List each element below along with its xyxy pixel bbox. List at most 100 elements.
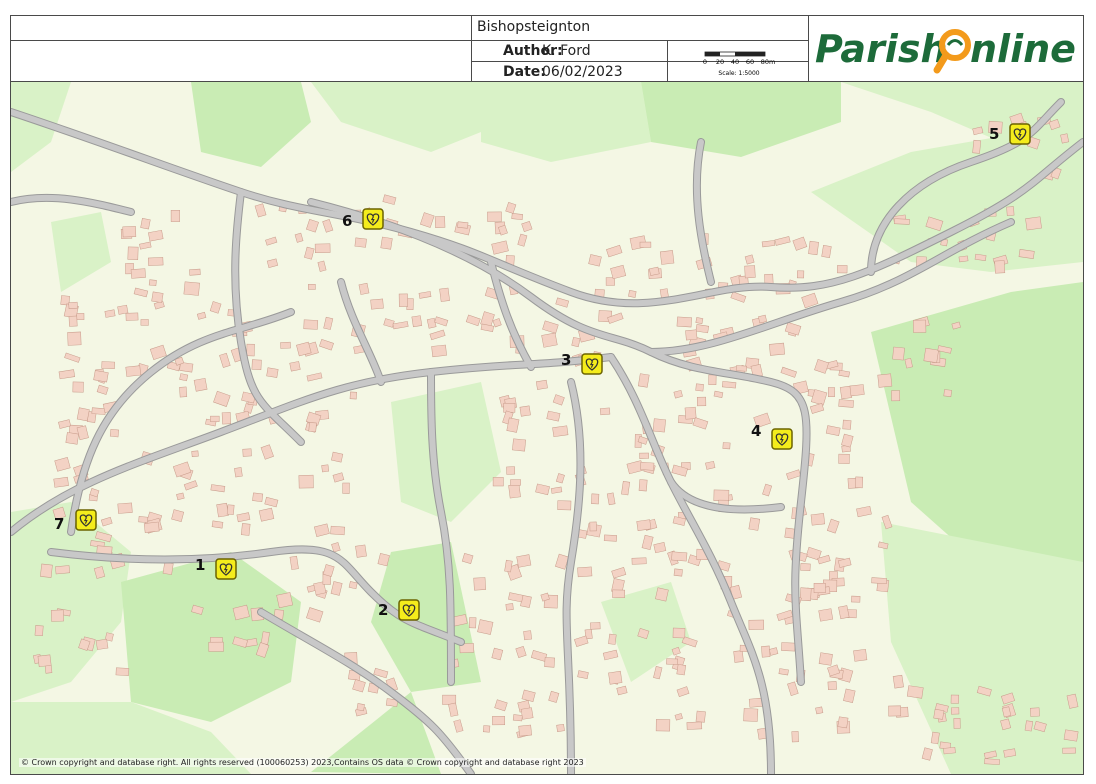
defibrillator-icon[interactable] [771, 428, 793, 450]
building [93, 370, 109, 383]
building [122, 226, 137, 238]
building [148, 279, 157, 287]
building [226, 504, 235, 515]
building [666, 658, 678, 665]
building [487, 211, 502, 222]
building [639, 241, 652, 248]
building [482, 725, 491, 733]
building [518, 724, 532, 737]
building [434, 216, 446, 229]
building [676, 664, 687, 676]
building [162, 562, 174, 575]
building [370, 298, 384, 310]
building [877, 373, 893, 388]
building [40, 563, 53, 578]
building [457, 221, 469, 229]
building [130, 268, 146, 279]
building [109, 428, 119, 438]
building [1063, 729, 1079, 742]
building [958, 255, 969, 263]
building [676, 316, 692, 328]
building [140, 319, 149, 326]
building [398, 293, 408, 307]
building [266, 367, 279, 378]
building [972, 139, 982, 154]
building [55, 565, 70, 575]
defibrillator-icon[interactable] [75, 509, 97, 531]
building [838, 453, 850, 464]
building [608, 670, 623, 685]
building [208, 641, 224, 652]
building [506, 417, 520, 433]
building [733, 650, 744, 663]
parish-name: Bishopsteignton [477, 19, 591, 35]
building [439, 287, 450, 302]
building [637, 373, 650, 388]
building [695, 710, 706, 723]
defibrillator-icon[interactable] [215, 558, 237, 580]
building [143, 521, 160, 533]
building [851, 595, 861, 603]
building [330, 525, 346, 536]
building [838, 399, 854, 408]
building [211, 520, 224, 529]
building [950, 694, 960, 704]
building [523, 630, 532, 641]
building [818, 652, 833, 666]
building [684, 406, 697, 420]
building [808, 240, 819, 256]
building [695, 317, 704, 324]
building [552, 425, 569, 438]
building [492, 715, 506, 726]
building [758, 314, 768, 324]
building [477, 619, 494, 635]
building [349, 391, 357, 400]
building [44, 664, 53, 674]
building [1006, 206, 1015, 216]
building [631, 557, 647, 565]
map-canvas[interactable]: 1 2 3 4 5 6 7 © Crown copyright and database r… [11, 82, 1083, 774]
building [519, 405, 531, 417]
building [431, 344, 447, 358]
building [234, 467, 243, 478]
building [628, 290, 637, 298]
building [191, 450, 199, 457]
building [892, 674, 904, 689]
building [68, 315, 78, 327]
building [708, 374, 717, 386]
building [252, 492, 264, 503]
building [183, 281, 200, 296]
building [505, 603, 514, 611]
building [1062, 747, 1076, 754]
building [37, 654, 52, 668]
author-value: K. Ford [542, 43, 591, 59]
defibrillator-icon[interactable] [1009, 123, 1031, 145]
building [348, 581, 358, 590]
building [535, 379, 548, 390]
defibrillator-icon[interactable] [398, 599, 420, 621]
building [492, 477, 504, 487]
building [743, 708, 759, 722]
building [127, 246, 139, 261]
map-graphic [11, 82, 1083, 774]
magnifier-icon [933, 29, 971, 74]
building [696, 396, 707, 407]
building [151, 291, 164, 303]
defibrillator-icon[interactable] [362, 208, 384, 230]
building [735, 365, 748, 372]
building [50, 609, 64, 622]
marker-label: 4 [751, 422, 762, 440]
building [556, 723, 565, 732]
building [815, 706, 824, 715]
building [769, 342, 785, 356]
defibrillator-icon[interactable] [581, 353, 603, 375]
building [189, 268, 201, 276]
building [140, 218, 151, 230]
building [800, 563, 811, 572]
building [591, 493, 600, 505]
building [1024, 720, 1034, 732]
building [68, 301, 78, 309]
logo-text-left: Parish [815, 27, 948, 71]
building [125, 312, 139, 321]
marker-label: 3 [561, 351, 572, 369]
